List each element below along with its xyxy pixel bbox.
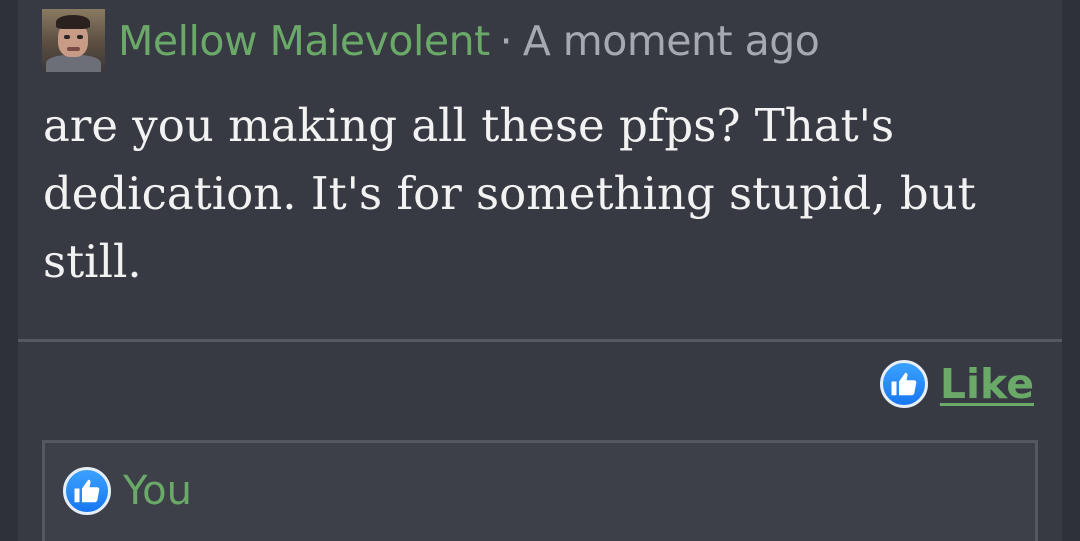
like-button[interactable]: Like [879,360,1034,408]
liker-name[interactable]: You [123,468,192,514]
comment-text: are you making all these pfps? That's de… [43,99,976,288]
comment-header: Mellow Malevolent · A moment ago [42,9,820,72]
timestamp: A moment ago [522,16,820,65]
page: Mellow Malevolent · A moment ago are you… [0,0,1080,541]
likes-list: You [42,440,1038,541]
separator-dot: · [499,16,513,65]
list-item: You [63,467,192,515]
avatar[interactable] [42,9,105,72]
divider [18,339,1062,342]
author-name[interactable]: Mellow Malevolent [118,17,490,65]
thumbs-up-icon [879,360,928,408]
like-label[interactable]: Like [940,360,1034,408]
thumbs-up-icon [63,467,111,515]
comment-card: Mellow Malevolent · A moment ago are you… [18,0,1062,541]
